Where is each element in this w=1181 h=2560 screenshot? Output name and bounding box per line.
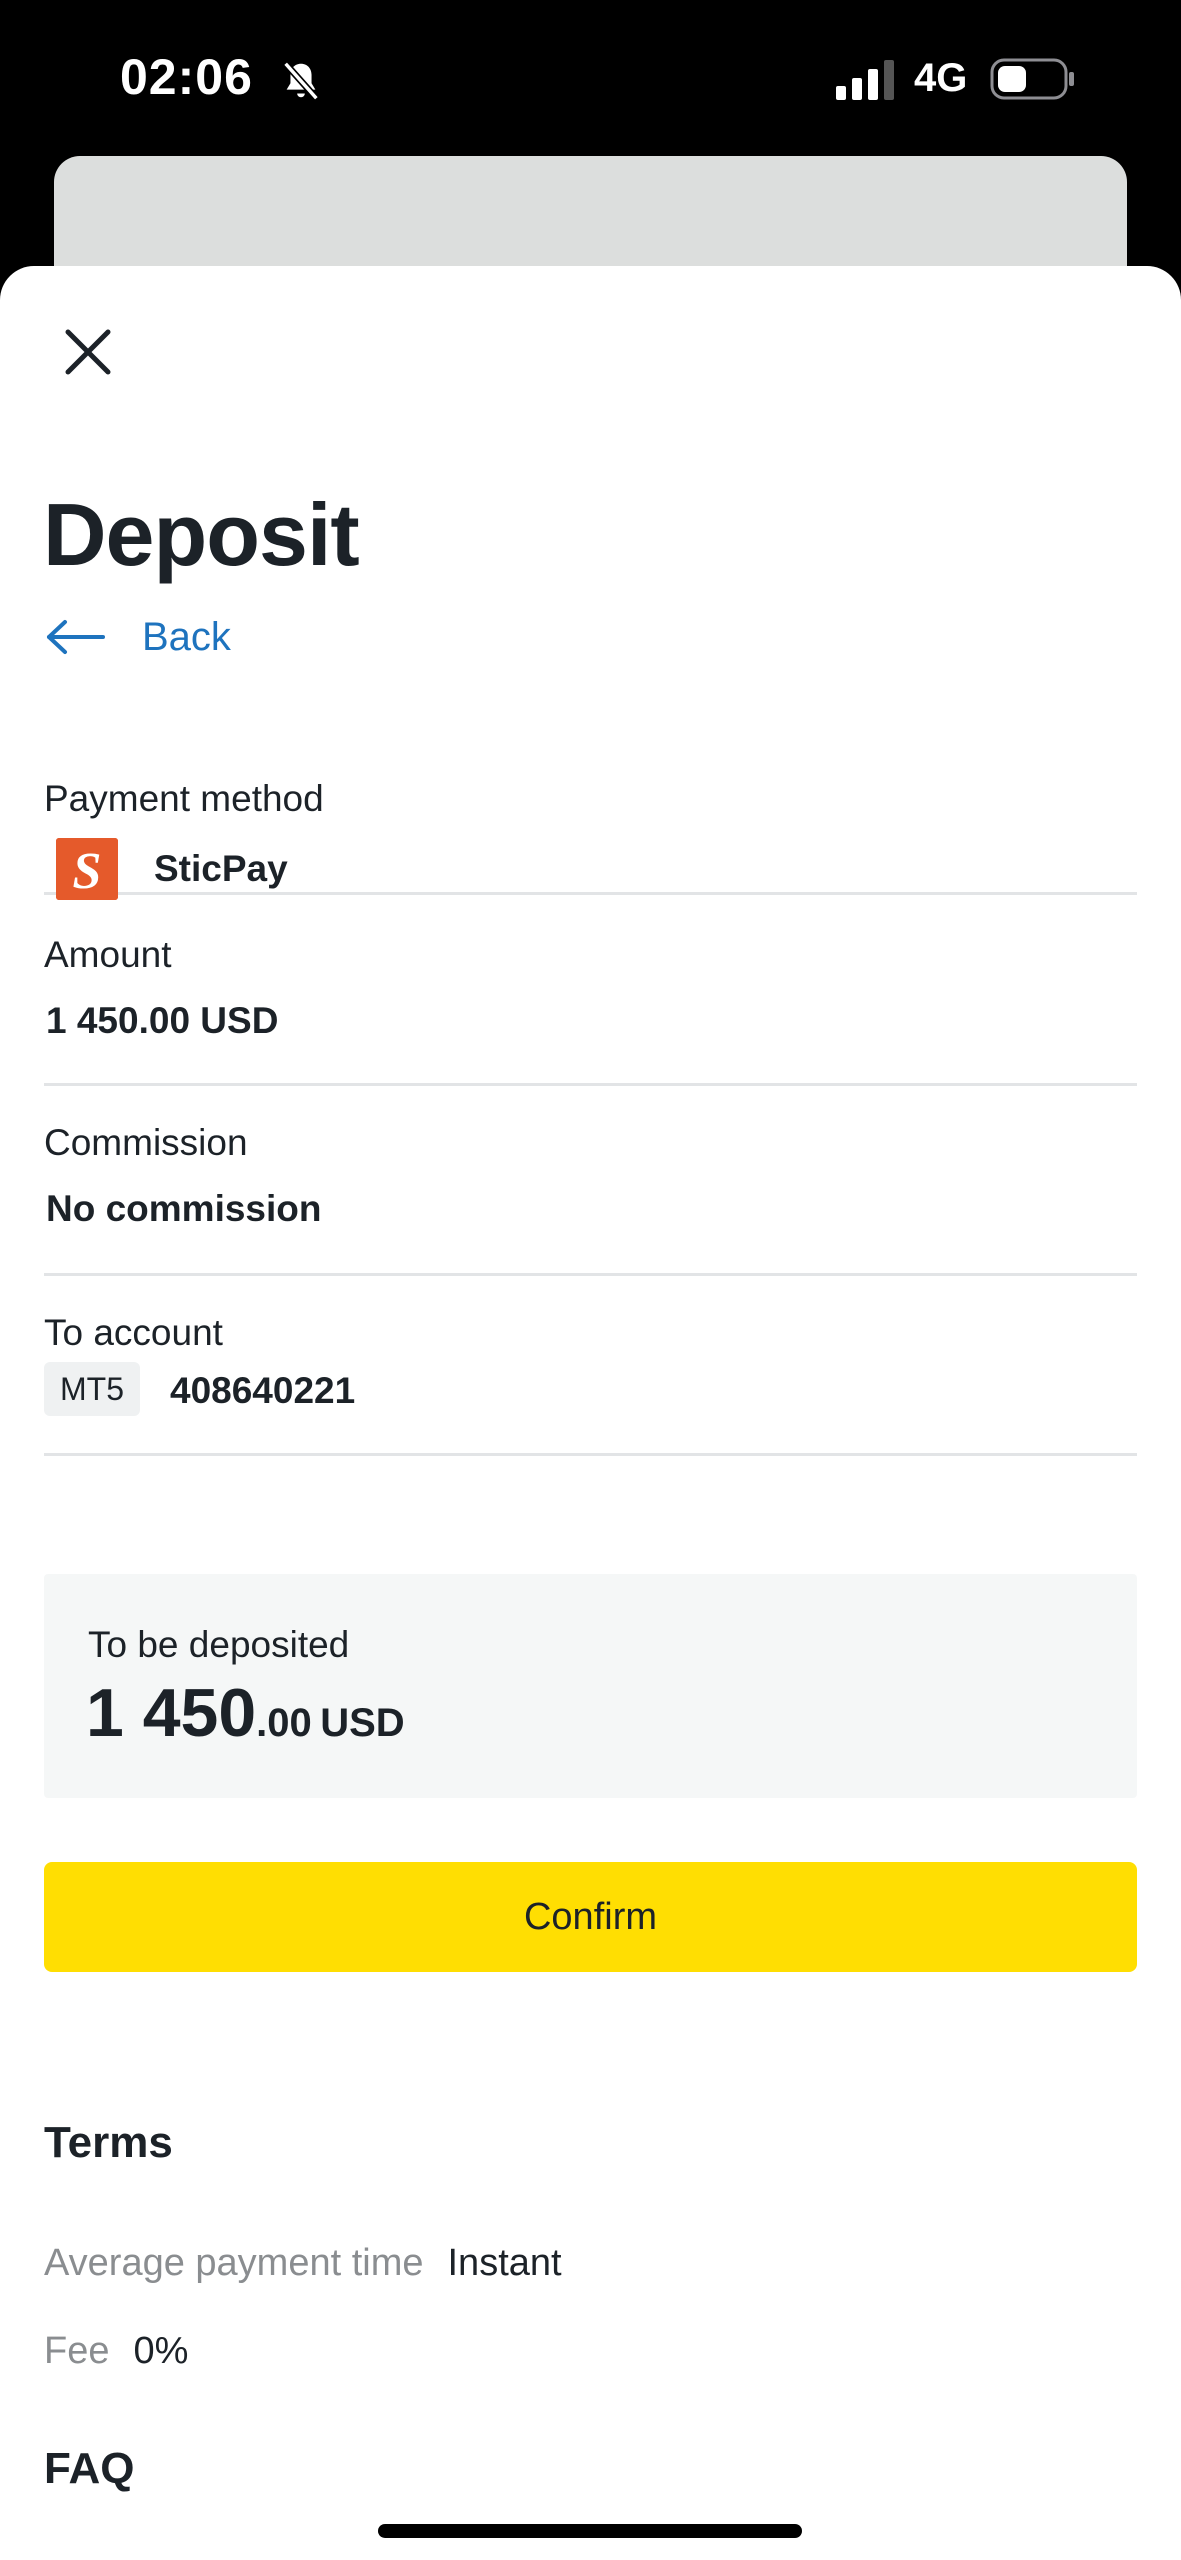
terms-heading: Terms [44,2118,173,2167]
to-account-row: To account MT5 408640221 [44,1278,1137,1456]
status-bar: 02:06 4G [0,0,1181,160]
amount-row: Amount 1 450.00 USD [44,898,1137,1086]
signal-icon [836,60,894,100]
account-number: 408640221 [170,1370,356,1411]
payment-method-row: Payment method S SticPay [44,768,1137,900]
svg-text:S: S [73,843,102,900]
faq-heading: FAQ [44,2444,135,2493]
confirm-button[interactable]: Confirm [44,1862,1137,1972]
to-account-label: To account [44,1312,223,1353]
commission-label: Commission [44,1122,248,1163]
to-be-deposited-summary: To be deposited 1 450.00 USD [44,1574,1137,1798]
back-link[interactable]: Back [46,612,231,662]
fee-label: Fee [44,2330,110,2372]
commission-row: Commission No commission [44,1088,1137,1276]
deposit-currency: USD [320,1701,405,1745]
to-be-deposited-amount: 1 450.00 USD [86,1674,405,1752]
home-indicator[interactable] [378,2524,802,2538]
payment-time-label: Average payment time [44,2242,424,2284]
payment-time-value: Instant [447,2242,562,2284]
arrow-left-icon [47,620,105,654]
deposit-sheet: Deposit Back Payment method S SticPay Am… [0,266,1181,2560]
terms-payment-time: Average payment time Instant [44,2242,562,2285]
deposit-amount-integer: 1 450 [86,1675,257,1751]
status-time: 02:06 [120,49,253,105]
sticpay-logo: S [56,838,118,900]
page-title: Deposit [43,485,360,584]
account-type-badge: MT5 [44,1362,140,1416]
bell-muted-icon [283,61,319,101]
fee-value: 0% [133,2330,189,2372]
amount-value: 1 450.00 USD [46,1000,279,1041]
deposit-amount-decimal: .00 [256,1701,312,1745]
close-icon[interactable] [58,322,118,382]
commission-value: No commission [46,1188,322,1229]
payment-method-value: SticPay [154,848,288,889]
battery-icon [990,58,1074,100]
payment-method-label: Payment method [44,778,324,819]
network-label: 4G [914,56,968,100]
to-be-deposited-label: To be deposited [88,1624,350,1665]
back-label: Back [142,614,231,659]
amount-label: Amount [44,934,172,975]
terms-fee: Fee 0% [44,2330,188,2373]
